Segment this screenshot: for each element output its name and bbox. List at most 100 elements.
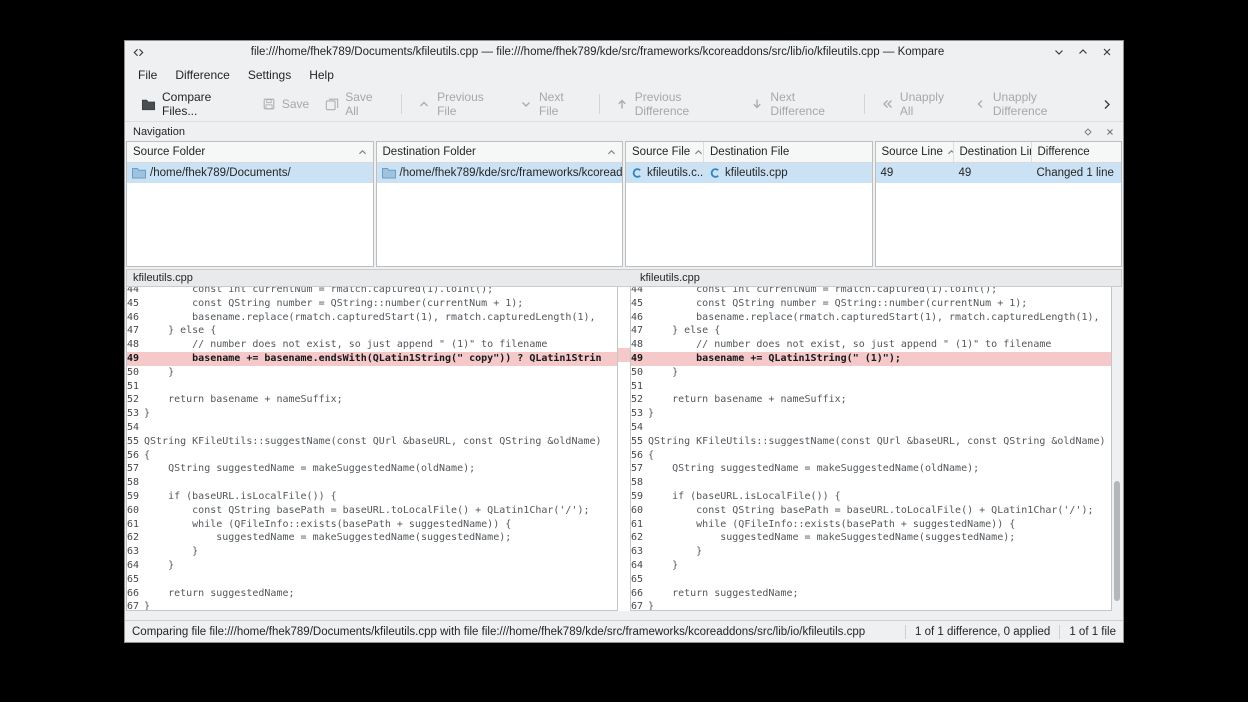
file-list: Source File Destination File kfileutils.…	[625, 141, 873, 267]
destination-folder-header[interactable]: Destination Folder	[377, 142, 623, 162]
previous-file-button[interactable]: Previous File	[409, 85, 511, 123]
code-line: 55QString KFileUtils::suggestName(const …	[127, 435, 617, 449]
code-line: 44 const int currentNum = rmatch.capture…	[631, 287, 1111, 297]
kompare-window: file:///home/fhek789/Documents/kfileutil…	[124, 40, 1124, 643]
window-title: file:///home/fhek789/Documents/kfileutil…	[151, 46, 1044, 58]
dock-close-icon[interactable]	[1105, 127, 1115, 137]
source-folder-row[interactable]: /home/fhek789/Documents/	[127, 163, 373, 183]
save-button[interactable]: Save	[254, 92, 317, 116]
code-line: 50 }	[127, 366, 617, 380]
source-line-header[interactable]: Source Line	[876, 142, 954, 162]
statusbar-separator	[1059, 625, 1060, 639]
sort-ascending-icon	[358, 149, 367, 156]
folder-icon	[382, 167, 396, 179]
code-line: 51	[127, 380, 617, 394]
menu-difference[interactable]: Difference	[166, 64, 238, 86]
code-line: 60 const QString basePath = baseURL.toLo…	[631, 504, 1111, 518]
code-line: 61 while (QFileInfo::exists(basePath + s…	[127, 518, 617, 532]
toolbar-overflow-button[interactable]	[1098, 94, 1115, 115]
next-file-button[interactable]: Next File	[511, 85, 592, 123]
diff-pane-headers: kfileutils.cpp kfileutils.cpp	[126, 269, 1122, 287]
line-difference-list: Source Line Destination Lir Difference 4…	[875, 141, 1123, 267]
diff-changed-line[interactable]: 49 basename += basename.endsWith(QLatin1…	[127, 352, 617, 366]
code-line: 45 const QString number = QString::numbe…	[631, 297, 1111, 311]
code-line: 56{	[127, 449, 617, 463]
code-line: 63 }	[127, 545, 617, 559]
status-message: Comparing file file:///home/fhek789/Docu…	[132, 626, 896, 638]
save-all-button[interactable]: Save All	[317, 85, 394, 123]
statusbar-separator	[905, 625, 906, 639]
code-line: 46 basename.replace(rmatch.capturedStart…	[631, 311, 1111, 325]
cpp-file-icon	[631, 167, 643, 179]
code-line: 57 QString suggestedName = makeSuggested…	[631, 462, 1111, 476]
diff-connector	[618, 287, 630, 611]
scrollbar-thumb[interactable]	[1114, 481, 1120, 601]
code-line: 60 const QString basePath = baseURL.toLo…	[127, 504, 617, 518]
destination-folder-list: Destination Folder /home/fhek789/kde/src…	[376, 141, 624, 267]
dock-float-icon[interactable]	[1083, 127, 1093, 137]
code-line: 67}	[127, 600, 617, 611]
source-file-header[interactable]: Source File	[626, 142, 704, 162]
destination-pane-title: kfileutils.cpp	[640, 272, 700, 284]
sort-ascending-icon	[947, 149, 954, 156]
code-line: 53}	[127, 407, 617, 421]
arrow-up-icon	[615, 97, 629, 111]
toolbar-separator	[864, 94, 865, 114]
code-line: 52 return basename + nameSuffix;	[631, 393, 1111, 407]
difference-header[interactable]: Difference	[1032, 142, 1122, 162]
code-line: 54	[127, 421, 617, 435]
file-row[interactable]: kfileutils.c... kfileutils.cpp	[626, 163, 872, 183]
code-line: 66 return suggestedName;	[631, 587, 1111, 601]
unapply-all-button[interactable]: Unapply All	[872, 85, 965, 123]
code-line: 46 basename.replace(rmatch.capturedStart…	[127, 311, 617, 325]
navigation-panel: Source Folder /home/fhek789/Documents/	[125, 141, 1123, 267]
compare-files-button[interactable]: Compare Files...	[133, 85, 254, 123]
toolbar-separator	[599, 94, 600, 114]
vertical-scrollbar[interactable]	[1112, 287, 1122, 611]
difference-row[interactable]: 49 49 Changed 1 line	[876, 163, 1122, 183]
code-line: 58	[127, 476, 617, 490]
destination-file-header[interactable]: Destination File	[704, 142, 872, 162]
code-line: 62 suggestedName = makeSuggestedName(sug…	[127, 531, 617, 545]
source-code-pane[interactable]: 44 const int currentNum = rmatch.capture…	[126, 287, 618, 611]
destination-code-pane[interactable]: 44 const int currentNum = rmatch.capture…	[630, 287, 1112, 611]
code-line: 65	[631, 573, 1111, 587]
difference-count: 1 of 1 difference, 0 applied	[915, 626, 1050, 638]
code-line: 65	[127, 573, 617, 587]
source-folder-header[interactable]: Source Folder	[127, 142, 373, 162]
arrow-down-icon	[750, 97, 764, 111]
sort-ascending-icon	[694, 149, 703, 156]
chevron-down-icon	[519, 97, 533, 111]
code-line: 55QString KFileUtils::suggestName(const …	[631, 435, 1111, 449]
sort-ascending-icon	[607, 149, 616, 156]
chevron-up-icon	[417, 97, 431, 111]
menubar: File Difference Settings Help	[125, 63, 1123, 87]
menu-file[interactable]: File	[129, 64, 166, 86]
code-line: 59 if (baseURL.isLocalFile()) {	[631, 490, 1111, 504]
code-line: 54	[631, 421, 1111, 435]
code-line: 64 }	[127, 559, 617, 573]
unapply-difference-button[interactable]: Unapply Difference	[965, 85, 1098, 123]
folder-open-icon	[141, 97, 156, 111]
close-button[interactable]	[1098, 44, 1116, 60]
code-line: 48 // number does not exist, so just app…	[127, 338, 617, 352]
diff-changed-line[interactable]: 49 basename += QLatin1String(" (1)");	[631, 352, 1111, 366]
source-pane-title: kfileutils.cpp	[133, 272, 193, 284]
minimize-button[interactable]	[1050, 44, 1068, 60]
code-line: 52 return basename + nameSuffix;	[127, 393, 617, 407]
code-line: 59 if (baseURL.isLocalFile()) {	[127, 490, 617, 504]
maximize-button[interactable]	[1074, 44, 1092, 60]
code-line: 48 // number does not exist, so just app…	[631, 338, 1111, 352]
menu-settings[interactable]: Settings	[239, 64, 300, 86]
destination-line-header[interactable]: Destination Lir	[954, 142, 1032, 162]
code-line: 61 while (QFileInfo::exists(basePath + s…	[631, 518, 1111, 532]
folder-icon	[132, 167, 146, 179]
code-line: 47 } else {	[631, 324, 1111, 338]
next-difference-button[interactable]: Next Difference	[742, 85, 857, 123]
undo-icon	[973, 97, 987, 111]
menu-help[interactable]: Help	[300, 64, 343, 86]
titlebar: file:///home/fhek789/Documents/kfileutil…	[125, 41, 1123, 63]
previous-difference-button[interactable]: Previous Difference	[607, 85, 743, 123]
destination-folder-row[interactable]: /home/fhek789/kde/src/frameworks/kcoread…	[377, 163, 623, 183]
code-line: 50 }	[631, 366, 1111, 380]
